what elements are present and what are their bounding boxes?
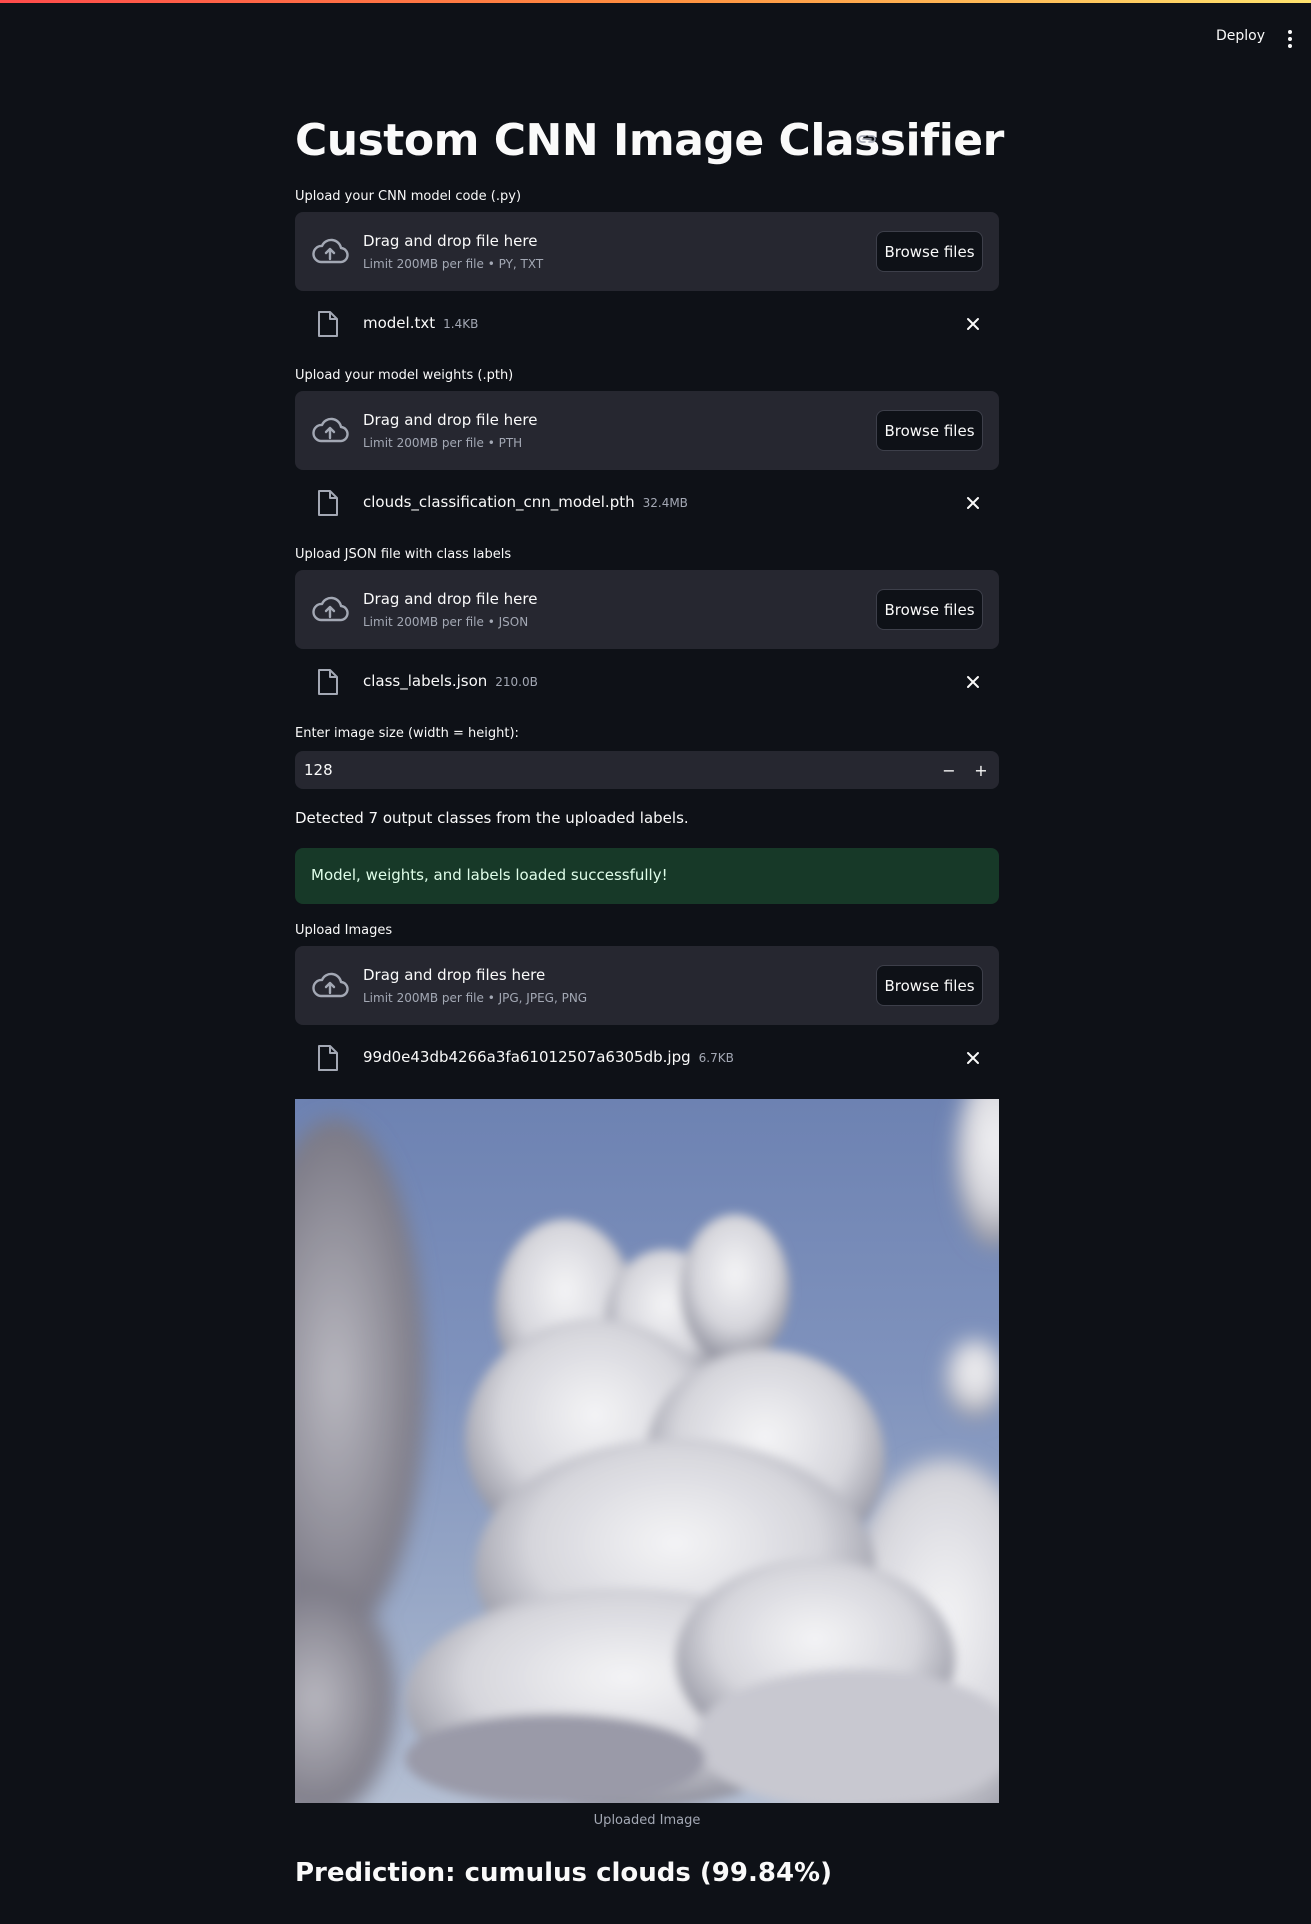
browse-files-button[interactable]: Browse files xyxy=(876,589,983,630)
prediction-heading: Prediction: cumulus clouds (99.84%) xyxy=(295,1858,832,1888)
detected-classes-text: Detected 7 output classes from the uploa… xyxy=(295,809,689,827)
image-size-input-container: − + xyxy=(295,751,999,789)
cloud-upload-icon xyxy=(312,238,349,264)
uploaded-file-model-weights: clouds_classification_cnn_model.pth 32.4M… xyxy=(295,481,999,525)
close-icon[interactable] xyxy=(965,1050,981,1066)
close-icon[interactable] xyxy=(965,316,981,332)
cloud-upload-icon xyxy=(312,596,349,622)
cloud-upload-icon xyxy=(312,972,349,998)
app-header: Deploy xyxy=(0,3,1311,71)
close-icon[interactable] xyxy=(965,674,981,690)
browse-files-button[interactable]: Browse files xyxy=(876,410,983,451)
uploaded-file-image: 99d0e43db4266a3fa61012507a6305db.jpg 6.7K… xyxy=(295,1036,999,1080)
model-weights-dropzone[interactable]: Drag and drop file here Limit 200MB per … xyxy=(295,391,999,470)
dropzone-instruction: Drag and drop files here xyxy=(363,966,546,984)
file-size: 1.4KB xyxy=(443,317,479,331)
image-size-label: Enter image size (width = height): xyxy=(295,726,519,741)
page-title: Custom CNN Image Classifier xyxy=(295,115,1004,166)
file-name: class_labels.json 210.0B xyxy=(363,672,538,690)
model-code-dropzone[interactable]: Drag and drop file here Limit 200MB per … xyxy=(295,212,999,291)
images-dropzone[interactable]: Drag and drop files here Limit 200MB per… xyxy=(295,946,999,1025)
file-name: model.txt 1.4KB xyxy=(363,314,479,332)
dropzone-limit: Limit 200MB per file • PTH xyxy=(363,436,523,450)
class-labels-dropzone[interactable]: Drag and drop file here Limit 200MB per … xyxy=(295,570,999,649)
close-icon[interactable] xyxy=(965,495,981,511)
model-code-label: Upload your CNN model code (.py) xyxy=(295,189,522,204)
file-size: 32.4MB xyxy=(642,496,688,510)
file-icon xyxy=(318,490,338,516)
dropzone-limit: Limit 200MB per file • PY, TXT xyxy=(363,257,544,271)
dropzone-instruction: Drag and drop file here xyxy=(363,232,538,250)
dropzone-limit: Limit 200MB per file • JPG, JPEG, PNG xyxy=(363,991,588,1005)
model-weights-label: Upload your model weights (.pth) xyxy=(295,368,514,383)
link-icon[interactable] xyxy=(857,132,877,146)
file-size: 6.7KB xyxy=(698,1051,734,1065)
file-icon xyxy=(318,669,338,695)
dropzone-instruction: Drag and drop file here xyxy=(363,411,538,429)
file-icon xyxy=(318,1045,338,1071)
file-size: 210.0B xyxy=(495,675,538,689)
success-alert: Model, weights, and labels loaded succes… xyxy=(295,848,999,904)
file-name: clouds_classification_cnn_model.pth 32.4M… xyxy=(363,493,688,511)
upload-images-label: Upload Images xyxy=(295,923,393,938)
uploaded-file-class-labels: class_labels.json 210.0B xyxy=(295,660,999,704)
increment-button[interactable]: + xyxy=(965,751,997,789)
dropzone-instruction: Drag and drop file here xyxy=(363,590,538,608)
decrement-button[interactable]: − xyxy=(933,751,965,789)
file-icon xyxy=(318,311,338,337)
file-name: 99d0e43db4266a3fa61012507a6305db.jpg 6.7K… xyxy=(363,1048,734,1066)
image-size-input[interactable] xyxy=(304,751,904,789)
browse-files-button[interactable]: Browse files xyxy=(876,231,983,272)
success-message: Model, weights, and labels loaded succes… xyxy=(311,866,668,884)
cloud-photo xyxy=(295,1099,999,1803)
browse-files-button[interactable]: Browse files xyxy=(876,965,983,1006)
image-caption: Uploaded Image xyxy=(593,1813,701,1828)
main-menu-icon[interactable] xyxy=(1287,30,1293,48)
uploaded-image xyxy=(295,1099,999,1803)
deploy-button[interactable]: Deploy xyxy=(1216,28,1265,44)
dropzone-limit: Limit 200MB per file • JSON xyxy=(363,615,529,629)
uploaded-file-model-code: model.txt 1.4KB xyxy=(295,302,999,346)
class-labels-label: Upload JSON file with class labels xyxy=(295,547,512,562)
cloud-upload-icon xyxy=(312,417,349,443)
